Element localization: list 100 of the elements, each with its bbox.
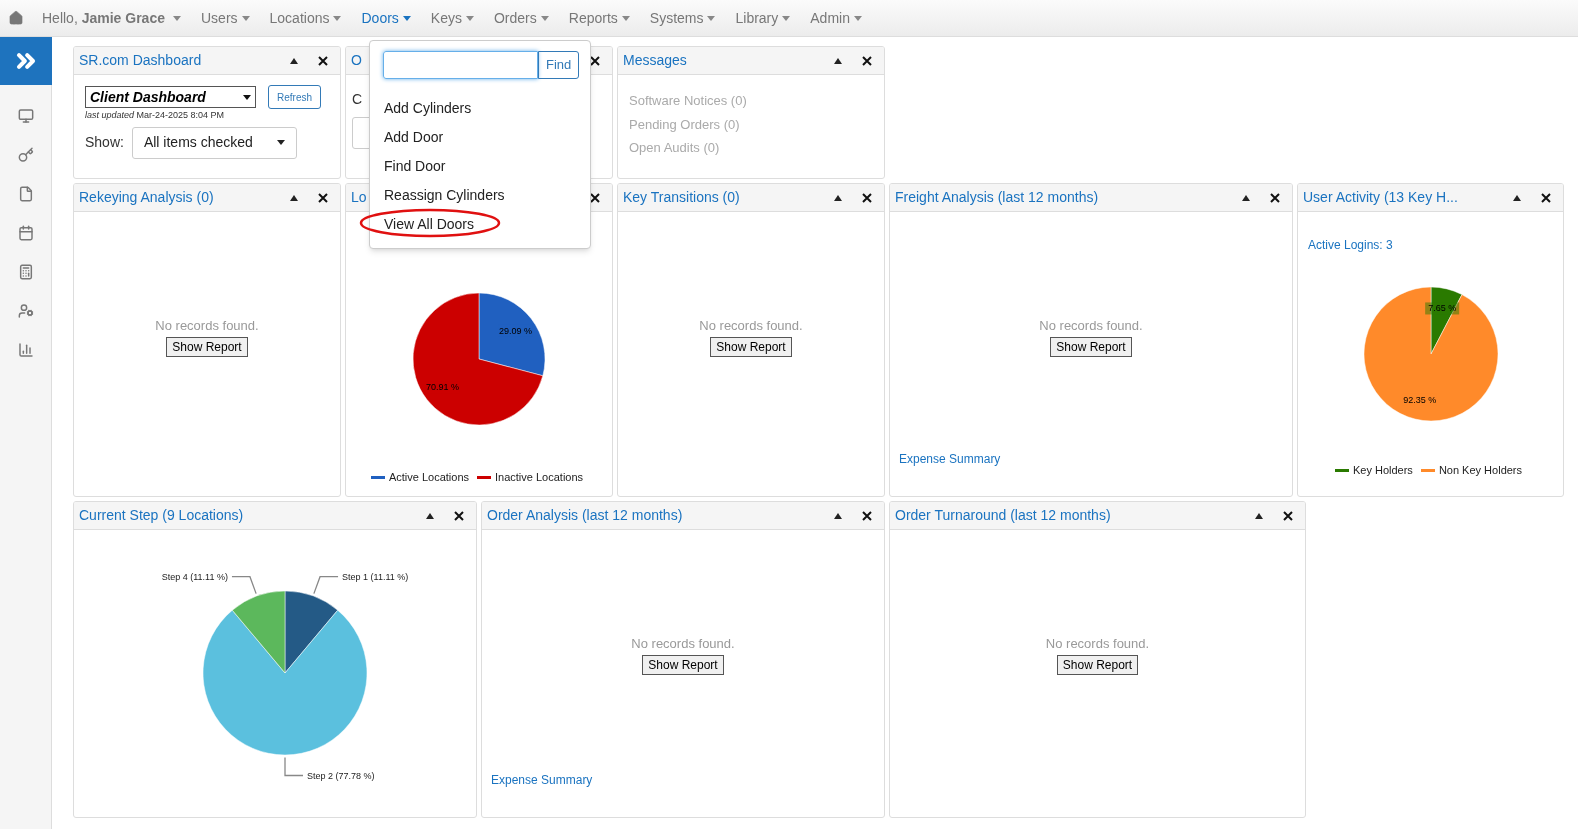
- show-label: Show:: [85, 133, 124, 152]
- search-field[interactable]: [383, 51, 538, 79]
- message-link[interactable]: Pending Orders (0): [629, 114, 873, 134]
- home-icon[interactable]: [8, 10, 24, 26]
- dashboard-select[interactable]: Client Dashboard: [85, 86, 256, 108]
- caret-icon: [853, 15, 862, 21]
- collapse-icon[interactable]: [1513, 194, 1521, 201]
- show-select[interactable]: All items checked: [131, 126, 297, 159]
- close-icon[interactable]: [862, 510, 872, 521]
- dropdown-menu-item[interactable]: Reassign Cylinders: [384, 187, 505, 203]
- panel-title[interactable]: Order Analysis (last 12 months): [487, 505, 834, 526]
- nav-menu-item[interactable]: Keys: [430, 7, 474, 29]
- collapse-icon[interactable]: [1255, 512, 1263, 519]
- last-updated-text: last updated Mar-24-2025 8:04 PM: [85, 109, 226, 122]
- refresh-button[interactable]: Refresh: [268, 85, 321, 109]
- close-icon[interactable]: [1270, 192, 1280, 203]
- caret-icon: [243, 94, 251, 100]
- collapse-icon[interactable]: [290, 57, 298, 64]
- caret-icon: [333, 15, 342, 21]
- nav-menu-item[interactable]: Systems: [649, 7, 716, 29]
- close-icon[interactable]: [454, 510, 464, 521]
- legend-label: Key Holders: [1352, 463, 1413, 478]
- find-button[interactable]: Find: [538, 51, 580, 79]
- caret-icon: [707, 15, 716, 21]
- legend-swatch: [1420, 468, 1435, 472]
- close-icon[interactable]: [590, 55, 600, 66]
- slice-label: 92.35 %: [1402, 394, 1436, 405]
- file-icon[interactable]: [17, 186, 34, 202]
- caret-icon: [241, 15, 250, 21]
- legend-label: Non Key Holders: [1438, 463, 1523, 478]
- legend-swatch: [477, 475, 491, 479]
- nav-menu-item[interactable]: Orders: [493, 7, 549, 29]
- monitor-icon[interactable]: [17, 108, 34, 124]
- dropdown-menu-item[interactable]: Find Door: [384, 158, 446, 174]
- show-report-button[interactable]: Show Report: [1050, 336, 1132, 357]
- collapse-icon[interactable]: [1242, 194, 1250, 201]
- close-icon[interactable]: [590, 192, 600, 203]
- close-icon[interactable]: [862, 192, 872, 203]
- close-icon[interactable]: [318, 55, 328, 66]
- nav-menu-item[interactable]: Admin: [810, 7, 862, 29]
- panel-title[interactable]: Freight Analysis (last 12 months): [895, 187, 1242, 208]
- panel-title[interactable]: Current Step (9 Locations): [79, 505, 426, 526]
- no-records-text: No records found.: [1045, 635, 1150, 653]
- show-report-button[interactable]: Show Report: [1056, 654, 1139, 675]
- caret-icon: [402, 15, 411, 21]
- collapse-icon[interactable]: [834, 194, 842, 201]
- slice-label: 70.91 %: [425, 382, 459, 393]
- nav-menu-item[interactable]: Library: [735, 7, 791, 29]
- calculator-icon[interactable]: [17, 264, 34, 280]
- slice-label: Step 1 (11.11 %): [342, 571, 409, 582]
- dropdown-menu-item[interactable]: Add Cylinders: [384, 100, 472, 116]
- panel-title[interactable]: SR.com Dashboard: [79, 50, 290, 71]
- legend-swatch: [1334, 468, 1349, 472]
- collapse-icon[interactable]: [426, 512, 434, 519]
- panel-title[interactable]: Order Turnaround (last 12 months): [895, 505, 1255, 526]
- calendar-icon[interactable]: [17, 225, 34, 241]
- close-icon[interactable]: [318, 192, 328, 203]
- panel-text: C: [352, 90, 363, 109]
- expand-button[interactable]: [0, 37, 52, 85]
- panel-title[interactable]: User Activity (13 Key H...: [1303, 187, 1513, 208]
- message-link[interactable]: Software Notices (0): [629, 91, 873, 111]
- no-records-text: No records found.: [1039, 317, 1143, 335]
- expense-summary-link[interactable]: Expense Summary: [899, 450, 1001, 468]
- panel-title[interactable]: Messages: [623, 50, 834, 71]
- panel-title[interactable]: Key Transitions (0): [623, 187, 834, 208]
- panel-title[interactable]: Rekeying Analysis (0): [79, 187, 290, 208]
- message-link[interactable]: Open Audits (0): [629, 138, 873, 158]
- show-report-button[interactable]: Show Report: [642, 654, 724, 675]
- close-icon[interactable]: [862, 55, 872, 66]
- no-records-text: No records found.: [699, 317, 803, 335]
- leader-line: [231, 576, 257, 595]
- close-icon[interactable]: [1541, 192, 1551, 203]
- show-report-button[interactable]: Show Report: [166, 336, 248, 357]
- user-menu[interactable]: Hello, Jamie Grace: [42, 7, 181, 29]
- dropdown-menu-item[interactable]: Add Door: [384, 129, 444, 145]
- no-records-text: No records found.: [155, 317, 259, 335]
- show-report-button[interactable]: Show Report: [710, 336, 792, 357]
- nav-menu-item[interactable]: Users: [201, 7, 250, 29]
- collapse-icon[interactable]: [290, 194, 298, 201]
- caret-icon: [276, 140, 285, 145]
- key-icon[interactable]: [17, 147, 34, 163]
- user-gear-icon[interactable]: [17, 303, 34, 319]
- leader-line: [284, 756, 304, 777]
- leader-line: [313, 576, 339, 595]
- caret-icon: [540, 15, 549, 21]
- nav-menu-item[interactable]: Reports: [568, 7, 630, 29]
- active-logins-link[interactable]: Active Logins: 3: [1308, 212, 1553, 254]
- nav-menu-item[interactable]: Locations: [269, 7, 342, 29]
- collapse-icon[interactable]: [834, 512, 842, 519]
- nav-menu-item[interactable]: Doors: [361, 7, 411, 29]
- legend-label: Inactive Locations: [495, 470, 584, 485]
- slice-label: 29.09 %: [499, 325, 533, 336]
- legend-label: Active Locations: [388, 470, 469, 485]
- caret-icon: [621, 15, 630, 21]
- expense-summary-link[interactable]: Expense Summary: [491, 771, 593, 789]
- close-icon[interactable]: [1283, 510, 1293, 521]
- collapse-icon[interactable]: [834, 57, 842, 64]
- slice-label: Step 4 (11.11 %): [161, 571, 228, 582]
- bar-chart-icon[interactable]: [17, 342, 34, 358]
- caret-icon: [782, 15, 791, 21]
